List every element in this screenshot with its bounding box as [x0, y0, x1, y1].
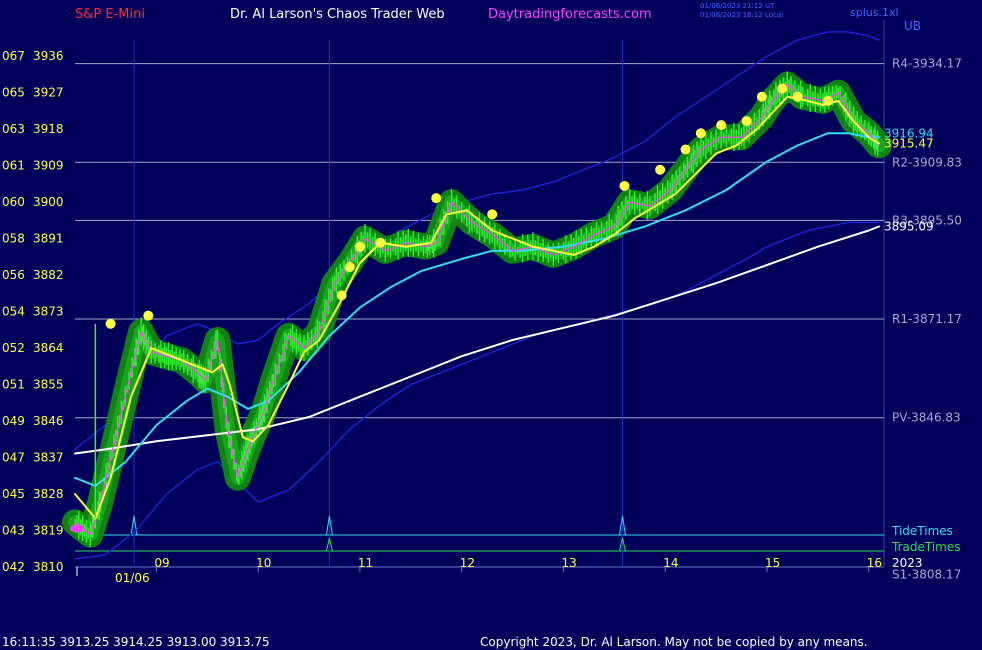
pivot-level-label: R4-3934.17 — [892, 57, 962, 71]
highlight-dot — [777, 83, 788, 94]
sp-emini-chart: 067 3936 065 3927 063 3918 061 3909 060 3900 058 38… — [0, 0, 982, 650]
x-tick-label: 12 — [460, 556, 475, 570]
y-tick-label-price: 3873 — [33, 305, 64, 319]
ub-label: UB — [904, 19, 921, 33]
y-tick-label-price: 3819 — [33, 524, 64, 538]
y-tick-label-left: 065 — [2, 86, 25, 100]
highlight-dot — [354, 241, 365, 252]
y-tick-label-left: 045 — [2, 487, 25, 501]
site-title: Dr. Al Larson's Chaos Trader Web — [230, 7, 445, 22]
y-tick-label-price: 3837 — [33, 451, 64, 465]
highlight-dot — [792, 91, 803, 102]
symbol-title: S&P E-Mini — [75, 7, 145, 22]
pivot-level-label: R2-3909.83 — [892, 155, 962, 169]
y-tick-label-left: 051 — [2, 378, 25, 392]
x-tick-label: 16 — [867, 556, 882, 570]
y-tick-label-left: 063 — [2, 122, 25, 136]
y-tick-label-left: 052 — [2, 341, 25, 355]
x-tick-label: 11 — [358, 556, 373, 570]
y-tick-label-left: 056 — [2, 268, 25, 282]
y-tick-label-price: 3918 — [33, 122, 64, 136]
pivot-level-label: PV-3846.83 — [892, 411, 961, 425]
highlight-dot — [375, 237, 386, 248]
tide-times-label: TideTimes — [891, 524, 953, 538]
y-tick-label-price: 3810 — [33, 560, 64, 574]
y-tick-label-left: 054 — [2, 305, 25, 319]
y-tick-label-price: 3855 — [33, 378, 64, 392]
y-tick-label-price: 3936 — [33, 49, 64, 63]
highlight-dot — [487, 209, 498, 220]
timestamp-local: 01/06/2023 16:12 Local — [700, 11, 783, 19]
site-url-link[interactable]: Daytradingforecasts.com — [488, 7, 652, 22]
y-tick-label-price: 3927 — [33, 86, 64, 100]
highlight-dot — [344, 262, 355, 273]
trade-times-label: TradeTimes — [891, 540, 960, 554]
x-tick-label: 15 — [765, 556, 780, 570]
highlight-dot — [680, 144, 691, 155]
highlight-dot — [105, 318, 116, 329]
highlight-dot — [695, 128, 706, 139]
y-tick-label-left: 049 — [2, 414, 25, 428]
copyright-notice: Copyright 2023, Dr. Al Larson. May not b… — [480, 635, 868, 649]
x-tick-label: 14 — [663, 556, 678, 570]
y-tick-label-left: 060 — [2, 195, 25, 209]
right-value-label: 3915.47 — [884, 136, 934, 150]
chart-file-name: splus.1xl — [850, 6, 899, 19]
highlight-dot — [655, 164, 666, 175]
pivot-level-label: S1-3808.17 — [892, 567, 961, 581]
y-tick-label-price: 3828 — [33, 487, 64, 501]
y-tick-label-left: 047 — [2, 451, 25, 465]
y-tick-label-price: 3900 — [33, 195, 64, 209]
y-tick-label-price: 3846 — [33, 414, 64, 428]
highlight-dot — [143, 310, 154, 321]
highlight-dot — [823, 95, 834, 106]
highlight-dot — [716, 120, 727, 131]
y-tick-label-price: 3909 — [33, 159, 64, 173]
highlight-dot — [619, 180, 630, 191]
y-tick-label-left: 058 — [2, 232, 25, 246]
highlight-dot — [756, 91, 767, 102]
timestamp-ut: 01/06/2023 21:12 UT — [700, 2, 775, 10]
date-label: 01/06 — [115, 571, 150, 585]
y-tick-label-left: 043 — [2, 524, 25, 538]
y-tick-label-left: 042 — [2, 560, 25, 574]
highlight-dot — [336, 290, 347, 301]
pivot-level-label: R1-3871.17 — [892, 312, 962, 326]
y-tick-label-price: 3864 — [33, 341, 64, 355]
y-tick-label-left: 067 — [2, 49, 25, 63]
footer-quote: 16:11:35 3913.25 3914.25 3913.00 3913.75 — [2, 635, 270, 649]
x-tick-label: 10 — [256, 556, 271, 570]
right-value-label: 3895.09 — [884, 219, 934, 233]
highlight-dot — [431, 193, 442, 204]
x-tick-label: 09 — [154, 556, 169, 570]
y-tick-label-left: 061 — [2, 159, 25, 173]
open-price-marker — [70, 524, 85, 533]
y-tick-label-price: 3882 — [33, 268, 64, 282]
highlight-dot — [741, 116, 752, 127]
x-tick-label: 13 — [561, 556, 576, 570]
y-tick-label-price: 3891 — [33, 232, 64, 246]
